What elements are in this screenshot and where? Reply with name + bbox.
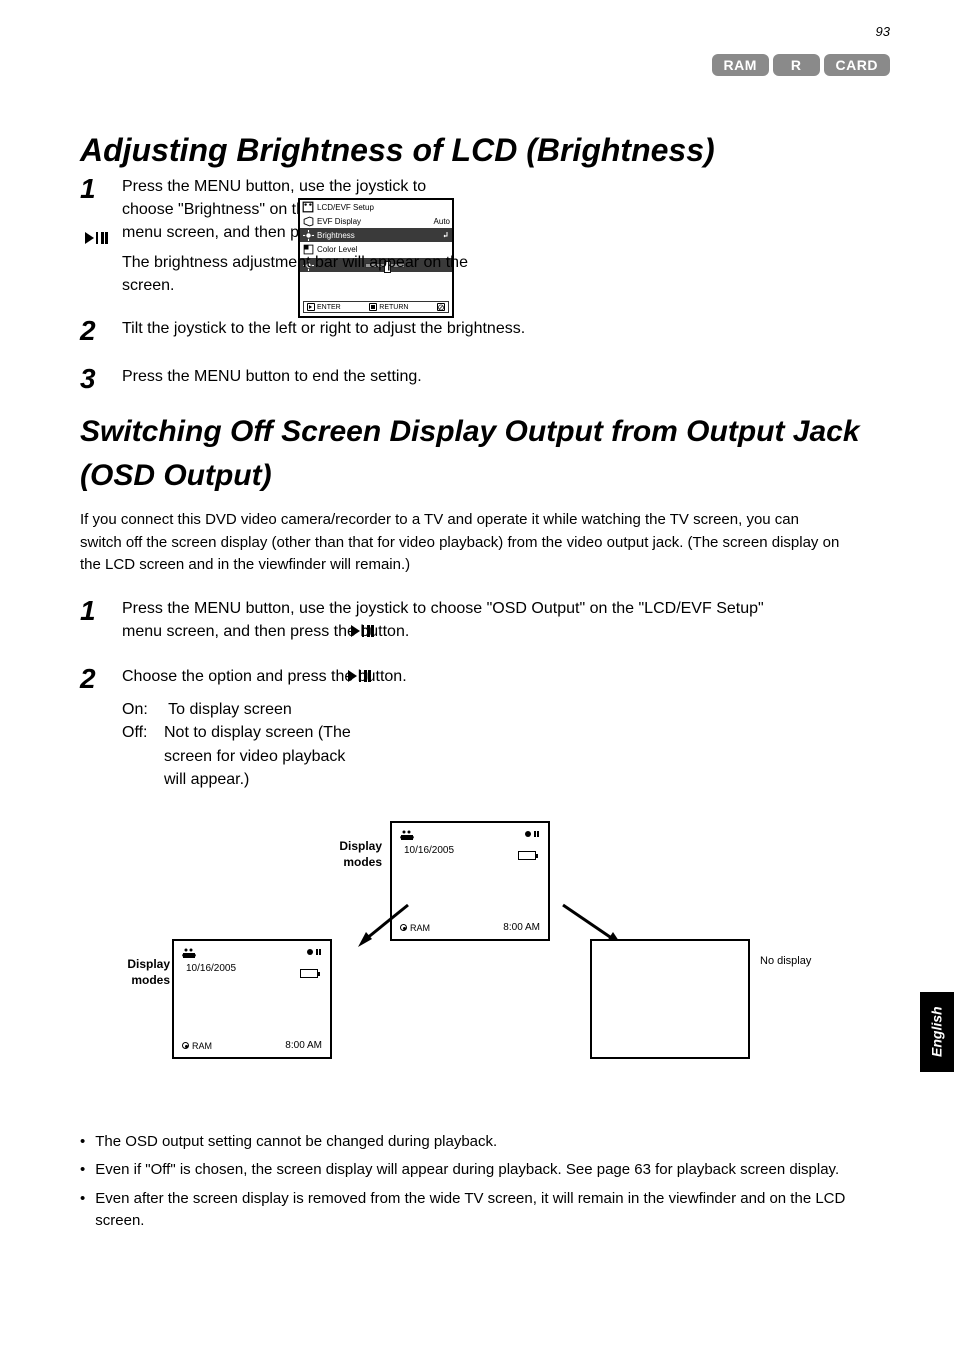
osd-step-1: 1 Press the MENU button, use the joystic…: [80, 597, 898, 645]
footer-enter: ENTER: [317, 304, 341, 311]
osd-step-2: 2 Choose the option and press the button…: [80, 665, 898, 791]
disc-icon: [182, 1042, 189, 1049]
play-pause-icon: [307, 303, 315, 311]
evf-icon: [302, 215, 314, 227]
camera-icon: [182, 947, 206, 962]
play-pause-icon: [350, 622, 376, 645]
list-item: • The OSD output setting cannot be chang…: [80, 1131, 898, 1154]
step-number: 1: [80, 597, 108, 645]
rec-pause-icon: [524, 829, 540, 844]
step-body: Choose the option and press the button. …: [122, 665, 898, 791]
menu-item-value: Auto: [434, 217, 452, 226]
bullet-icon: •: [80, 1159, 85, 1182]
step-text: Press the MENU button, use the joystick …: [122, 600, 764, 617]
ram-indicator: RAM: [182, 1041, 212, 1051]
page-title: Adjusting Brightness of LCD (Brightness): [80, 132, 898, 169]
time-label: 8:00 AM: [503, 922, 540, 933]
display-modes-label: Display modes: [106, 957, 170, 988]
ram-label: RAM: [192, 1041, 212, 1051]
play-pause-icon: [84, 229, 110, 252]
option-label: Off:: [122, 721, 164, 744]
note-text: Even if "Off" is chosen, the screen disp…: [95, 1159, 898, 1182]
badge-ram: RAM: [712, 54, 769, 76]
section-title: Switching Off Screen Display Output from…: [80, 410, 898, 497]
battery-icon: [300, 965, 318, 983]
arrow-right-icon: [555, 899, 625, 939]
date-label: 10/16/2005: [186, 963, 236, 974]
battery-icon: [518, 847, 536, 865]
step-body: Press the MENU button, use the joystick …: [122, 597, 898, 645]
menu-item-label: Brightness: [317, 231, 437, 240]
list-item: • Even if "Off" is chosen, the screen di…: [80, 1159, 898, 1182]
note-text: The OSD output setting cannot be changed…: [95, 1131, 898, 1154]
side-tab-language: English: [920, 992, 954, 1072]
media-badges: RAM R CARD: [712, 54, 890, 76]
play-pause-icon: [347, 667, 373, 690]
display-box-blank: [590, 939, 750, 1059]
step-text: Press the MENU button to end the setting…: [122, 368, 422, 385]
display-box-off-still-shown: 10/16/2005 RAM 8:00 AM: [172, 939, 332, 1059]
step-3: 3 Press the MENU button to end the setti…: [80, 365, 898, 577]
stop-icon: [369, 303, 377, 311]
date-label: 10/16/2005: [404, 845, 454, 856]
display-modes-label: Display modes: [318, 839, 382, 870]
rec-pause-icon: [306, 947, 322, 962]
menu-header-text: LCD/EVF Setup: [317, 203, 452, 212]
option-on: On: To display screen: [122, 698, 898, 721]
time-label: 8:00 AM: [285, 1040, 322, 1051]
menu-row-selected: Brightness: [300, 228, 452, 242]
note-text: Even after the screen display is removed…: [95, 1188, 898, 1233]
step-text: Press the MENU button, use the joystick …: [122, 178, 426, 195]
bullet-icon: •: [80, 1188, 85, 1233]
list-item: • Even after the screen display is remov…: [80, 1188, 898, 1233]
return-icon: [440, 230, 452, 240]
option-text: To display screen: [168, 701, 292, 718]
badge-r: R: [773, 54, 820, 76]
option-off: Off:Not to display screen (The screen fo…: [122, 721, 372, 791]
menu-icon: [302, 201, 314, 213]
step-2: 2 Tilt the joystick to the left or right…: [80, 317, 898, 345]
notes-list: • The OSD output setting cannot be chang…: [80, 1131, 898, 1233]
menu-footer: ENTER RETURN: [303, 301, 449, 313]
no-display-label: No display: [760, 955, 811, 967]
step-number: 2: [80, 665, 108, 791]
arrow-left-icon: [348, 899, 418, 939]
circle-slash-icon: [437, 303, 445, 311]
page-number: 93: [876, 24, 890, 39]
step-body: Tilt the joystick to the left or right t…: [122, 317, 898, 345]
menu-item-label: EVF Display: [317, 217, 431, 226]
menu-row: LCD/EVF Setup: [300, 200, 452, 214]
intro-paragraph: If you connect this DVD video camera/rec…: [80, 509, 840, 577]
bullet-icon: •: [80, 1131, 85, 1154]
menu-row: EVF Display Auto: [300, 214, 452, 228]
osd-diagram: 10/16/2005 RAM 8:00 AM Display modes: [80, 821, 898, 1091]
step-number: 2: [80, 317, 108, 345]
footer-return: RETURN: [379, 304, 408, 311]
brightness-icon: [302, 229, 314, 241]
badge-card: CARD: [824, 54, 890, 76]
option-label: On:: [122, 698, 164, 721]
step-text: Tilt the joystick to the left or right t…: [122, 320, 525, 337]
step-body: Press the MENU button to end the setting…: [122, 365, 898, 577]
step-subtext: The brightness adjustment bar will appea…: [122, 251, 520, 297]
camera-icon: [400, 829, 424, 844]
option-text: Not to display screen (The screen for vi…: [164, 721, 364, 791]
